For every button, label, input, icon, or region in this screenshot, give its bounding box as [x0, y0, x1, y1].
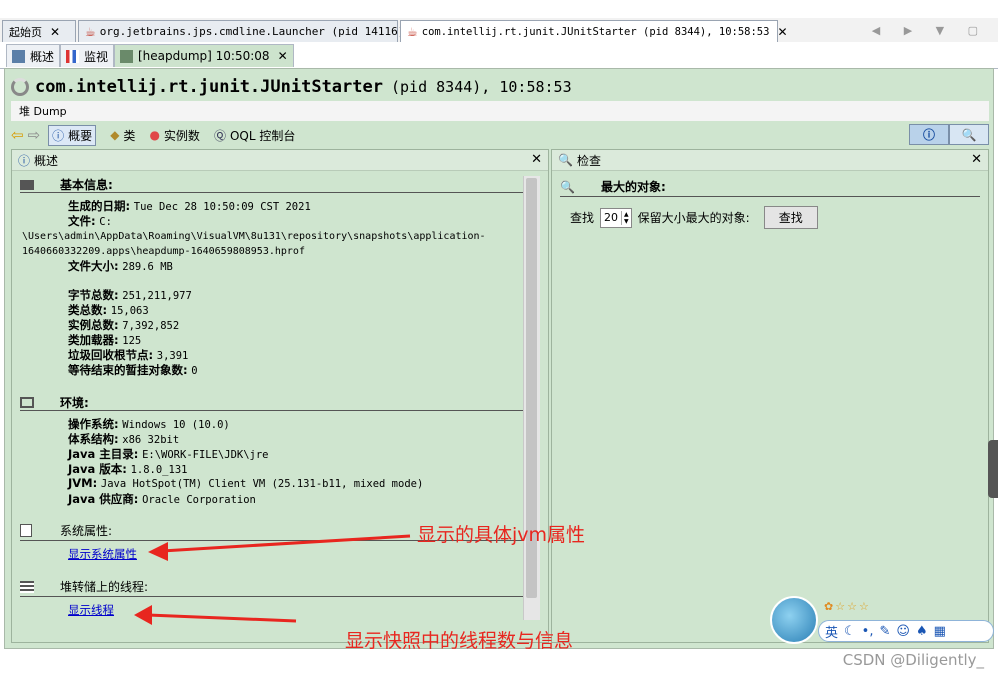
ime-widget[interactable]: ✿☆☆☆ 英 ☾ •, ✎ ☺ ♠ ▦: [770, 596, 996, 646]
smile-icon[interactable]: ☺: [896, 624, 910, 639]
shirt-icon[interactable]: ♠: [916, 624, 928, 639]
rating-stars: ✿☆☆☆: [824, 600, 871, 613]
arrowhead-icon: [148, 542, 168, 561]
punctuation-icon[interactable]: •,: [862, 624, 874, 639]
stars-text: ☆☆☆: [835, 600, 871, 613]
avatar[interactable]: [770, 596, 818, 644]
wrench-icon[interactable]: ✎: [879, 624, 890, 639]
grid-icon[interactable]: ▦: [934, 624, 946, 639]
watermark: CSDN @Diligently_: [842, 651, 984, 669]
moon-icon[interactable]: ☾: [844, 624, 856, 639]
annotation-jvm-properties: 显示的具体jvm属性: [417, 524, 586, 546]
arrowhead-icon: [134, 605, 152, 625]
ime-toolbar[interactable]: 英 ☾ •, ✎ ☺ ♠ ▦: [818, 620, 994, 642]
annotation-threads: 显示快照中的线程数与信息: [345, 630, 574, 652]
arrow-line: [161, 534, 411, 553]
arrow-line: [147, 613, 297, 623]
side-handle[interactable]: [988, 440, 998, 498]
gear-icon: ✿: [824, 600, 836, 613]
ime-language[interactable]: 英: [825, 622, 838, 641]
annotation-arrows: [134, 534, 411, 625]
